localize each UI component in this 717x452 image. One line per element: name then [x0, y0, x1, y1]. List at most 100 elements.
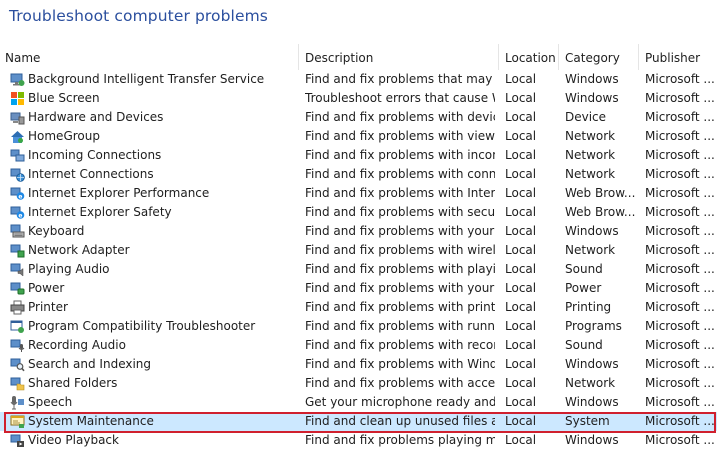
row-location: Local	[505, 110, 537, 124]
row-name: Blue Screen	[28, 91, 100, 105]
row-location: Local	[505, 129, 537, 143]
row-publisher: Microsoft ...	[645, 72, 715, 86]
row-location: Local	[505, 186, 537, 200]
row-location: Local	[505, 148, 537, 162]
row-name: Incoming Connections	[28, 148, 162, 162]
column-header-publisher[interactable]: Publisher	[640, 44, 717, 70]
row-name: Internet Explorer Performance	[28, 186, 210, 200]
troubleshooter-list: Background Intelligent Transfer Service F…	[0, 70, 717, 450]
troubleshooter-row[interactable]: Recording Audio Find and fix problems wit…	[0, 336, 717, 355]
troubleshooter-row[interactable]: Hardware and Devices Find and fix problem…	[0, 108, 717, 127]
troubleshooter-row[interactable]: Program Compatibility Troubleshooter Find…	[0, 317, 717, 336]
row-name: Power	[28, 281, 65, 295]
row-publisher: Microsoft ...	[645, 91, 715, 105]
troubleshooter-row[interactable]: Incoming Connections Find and fix problem…	[0, 146, 717, 165]
row-category: Device	[565, 110, 607, 124]
troubleshooter-row[interactable]: Search and Indexing Find and fix problems…	[0, 355, 717, 374]
column-header-description[interactable]: Description	[300, 44, 498, 70]
row-category: Sound	[565, 338, 603, 352]
row-name: System Maintenance	[28, 414, 154, 428]
row-location: Local	[505, 281, 537, 295]
row-name: HomeGroup	[28, 129, 100, 143]
row-description: Find and fix problems with device...	[305, 110, 495, 124]
row-category: Windows	[565, 91, 619, 105]
row-category: Network	[565, 148, 616, 162]
troubleshooter-row[interactable]: Video Playback Find and fix problems play…	[0, 431, 717, 450]
row-name: Network Adapter	[28, 243, 130, 257]
column-header-row: Name Description Location Category Publi…	[0, 44, 717, 70]
row-publisher: Microsoft ...	[645, 186, 715, 200]
row-publisher: Microsoft ...	[645, 395, 715, 409]
column-divider[interactable]	[498, 44, 499, 70]
program-icon	[10, 319, 25, 334]
column-header-location[interactable]: Location	[500, 44, 558, 70]
row-category: Windows	[565, 395, 619, 409]
troubleshooter-row[interactable]: Speech Get your microphone ready and f...…	[0, 393, 717, 412]
svg-text:e: e	[18, 212, 22, 219]
row-location: Local	[505, 205, 537, 219]
row-publisher: Microsoft ...	[645, 338, 715, 352]
troubleshooter-row[interactable]: Network Adapter Find and fix problems wit…	[0, 241, 717, 260]
column-divider[interactable]	[558, 44, 559, 70]
troubleshooter-row[interactable]: e Internet Explorer Performance Find and f…	[0, 184, 717, 203]
troubleshooter-row[interactable]: Internet Connections Find and fix problem…	[0, 165, 717, 184]
maintenance-icon	[10, 414, 25, 429]
troubleshooter-row[interactable]: Blue Screen Troubleshoot errors that caus…	[0, 89, 717, 108]
row-location: Local	[505, 262, 537, 276]
troubleshooter-row[interactable]: Keyboard Find and fix problems with your …	[0, 222, 717, 241]
row-publisher: Microsoft ...	[645, 319, 715, 333]
row-location: Local	[505, 338, 537, 352]
troubleshooter-row[interactable]: e Internet Explorer Safety Find and fix pr…	[0, 203, 717, 222]
row-category: Sound	[565, 262, 603, 276]
row-description: Find and fix problems with securi...	[305, 205, 495, 219]
row-description: Find and fix problems playing mo...	[305, 433, 495, 447]
row-category: Network	[565, 167, 616, 181]
video-icon	[10, 433, 25, 448]
column-divider[interactable]	[638, 44, 639, 70]
row-name: Internet Explorer Safety	[28, 205, 172, 219]
row-location: Local	[505, 319, 537, 333]
row-description: Find and fix problems with your c...	[305, 224, 495, 238]
row-location: Local	[505, 433, 537, 447]
row-location: Local	[505, 376, 537, 390]
row-publisher: Microsoft ...	[645, 167, 715, 181]
row-description: Find and fix problems with conne...	[305, 167, 495, 181]
printer-icon	[10, 300, 25, 315]
homegroup-icon	[10, 129, 25, 144]
column-divider[interactable]	[298, 44, 299, 70]
row-publisher: Microsoft ...	[645, 224, 715, 238]
column-header-category[interactable]: Category	[560, 44, 638, 70]
row-category: Windows	[565, 224, 619, 238]
row-category: Network	[565, 243, 616, 257]
row-category: Windows	[565, 72, 619, 86]
row-publisher: Microsoft ...	[645, 300, 715, 314]
row-publisher: Microsoft ...	[645, 376, 715, 390]
row-category: Power	[565, 281, 602, 295]
row-description: Troubleshoot errors that cause Wi...	[305, 91, 495, 105]
windows-logo-icon	[10, 91, 25, 106]
keyboard-icon	[10, 224, 25, 239]
row-description: Find and fix problems with Intern...	[305, 186, 495, 200]
row-category: Windows	[565, 357, 619, 371]
row-publisher: Microsoft ...	[645, 281, 715, 295]
row-description: Find and fix problems with record...	[305, 338, 495, 352]
row-location: Local	[505, 91, 537, 105]
row-name: Recording Audio	[28, 338, 126, 352]
row-category: Printing	[565, 300, 612, 314]
troubleshooter-row[interactable]: Printer Find and fix problems with printi…	[0, 298, 717, 317]
column-header-name[interactable]: Name	[0, 44, 298, 70]
troubleshooter-row[interactable]: Power Find and fix problems with your c..…	[0, 279, 717, 298]
row-location: Local	[505, 414, 537, 428]
troubleshooter-row[interactable]: Shared Folders Find and fix problems with…	[0, 374, 717, 393]
row-name: Keyboard	[28, 224, 85, 238]
row-name: Internet Connections	[28, 167, 154, 181]
page-title: Troubleshoot computer problems	[9, 7, 268, 25]
row-location: Local	[505, 243, 537, 257]
row-publisher: Microsoft ...	[645, 129, 715, 143]
troubleshooter-row[interactable]: HomeGroup Find and fix problems with view…	[0, 127, 717, 146]
troubleshooter-row[interactable]: Playing Audio Find and fix problems with …	[0, 260, 717, 279]
troubleshooter-row[interactable]: System Maintenance Find and clean up unus…	[0, 412, 717, 431]
troubleshooter-row[interactable]: Background Intelligent Transfer Service F…	[0, 70, 717, 89]
speaker-icon	[10, 262, 25, 277]
row-description: Find and fix problems with viewin...	[305, 129, 495, 143]
